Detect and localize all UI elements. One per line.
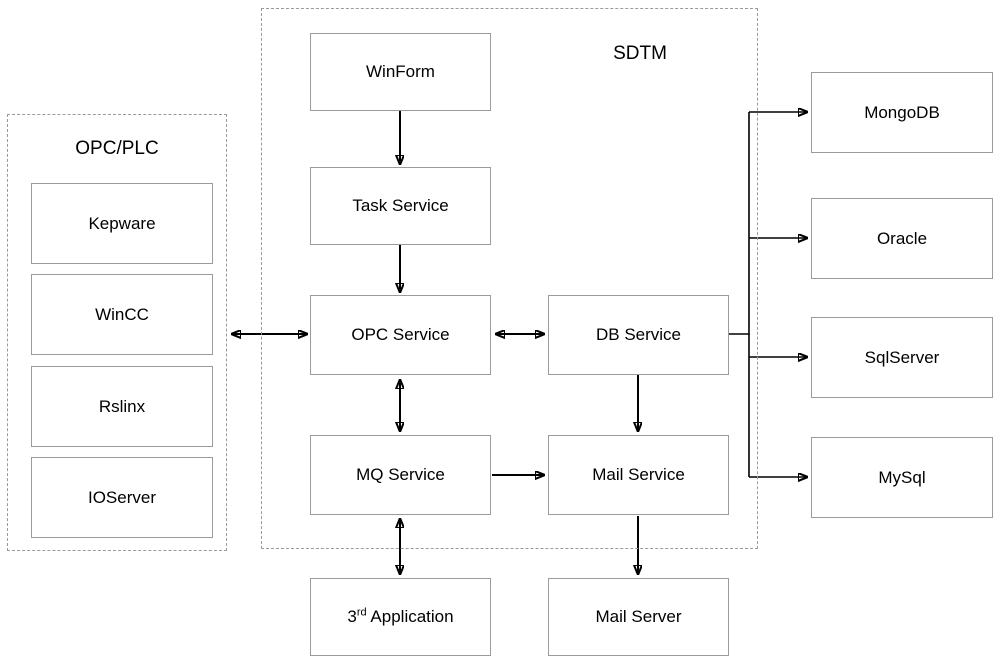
node-third-application-word: Application [366,607,454,627]
node-mail-server[interactable]: Mail Server [548,578,729,656]
diagram-canvas: OPC/PLC SDTM Kepware WinCC Rslinx IOServ… [0,0,1000,663]
node-db-service[interactable]: DB Service [548,295,729,375]
node-third-application-number: 3 [347,607,357,627]
node-kepware-label: Kepware [88,213,156,233]
node-winform[interactable]: WinForm [310,33,491,111]
node-third-application[interactable]: 3rd Application [310,578,491,656]
node-task-service[interactable]: Task Service [310,167,491,245]
node-rslinx-label: Rslinx [98,396,146,416]
node-mq-service-label: MQ Service [356,465,445,485]
node-wincc-label: WinCC [95,304,149,324]
node-oracle-label: Oracle [876,228,928,248]
node-mongodb-label: MongoDB [864,102,940,122]
node-sqlserver-label: SqlServer [864,347,940,367]
node-opc-service-label: OPC Service [351,325,450,345]
node-mq-service[interactable]: MQ Service [310,435,491,515]
node-sqlserver[interactable]: SqlServer [811,317,993,398]
node-kepware[interactable]: Kepware [31,183,213,264]
node-db-service-label: DB Service [595,325,682,345]
node-mail-server-label: Mail Server [595,607,682,627]
node-mysql[interactable]: MySql [811,437,993,518]
node-mongodb[interactable]: MongoDB [811,72,993,153]
node-mysql-label: MySql [878,467,926,487]
node-ioserver[interactable]: IOServer [31,457,213,538]
node-task-service-label: Task Service [352,196,449,216]
node-rslinx[interactable]: Rslinx [31,366,213,447]
node-wincc[interactable]: WinCC [31,274,213,355]
node-oracle[interactable]: Oracle [811,198,993,279]
node-winform-label: WinForm [366,62,435,82]
node-opc-service[interactable]: OPC Service [310,295,491,375]
node-third-application-label: 3rd Application [347,607,453,627]
node-mail-service[interactable]: Mail Service [548,435,729,515]
group-sdtm-label: SDTM [613,43,667,64]
node-mail-service-label: Mail Service [592,465,685,485]
group-opc-plc-label: OPC/PLC [75,138,159,159]
node-third-application-ordinal-suffix: rd [356,606,367,619]
node-ioserver-label: IOServer [87,487,157,507]
